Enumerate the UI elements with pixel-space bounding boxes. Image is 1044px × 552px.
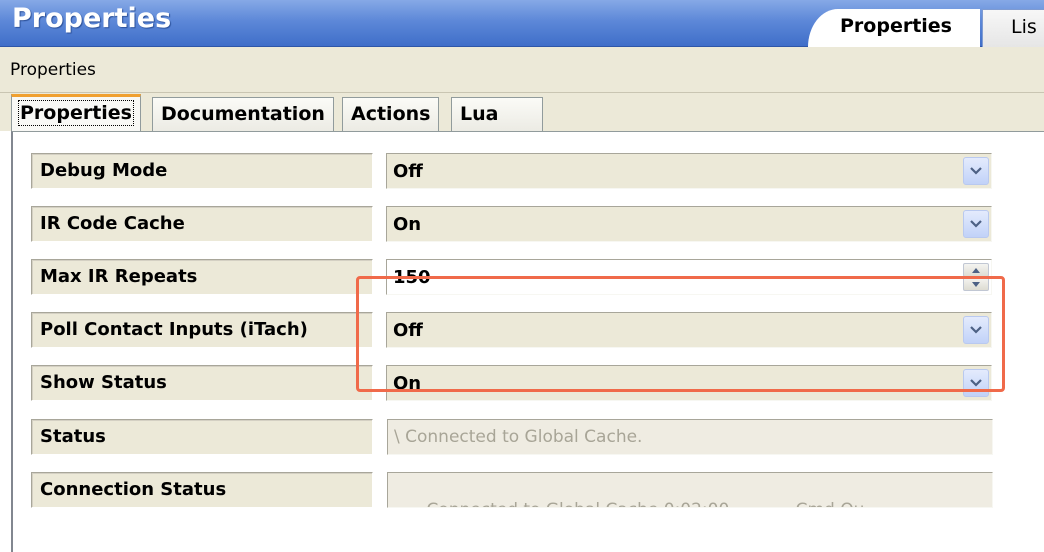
property-row-ir-code-cache: IR Code Cache On — [13, 202, 1033, 246]
window-title: Properties — [12, 3, 172, 34]
arrow-up-icon[interactable] — [963, 263, 989, 277]
property-row-show-status: Show Status On — [13, 361, 1033, 405]
property-row-debug-mode: Debug Mode Off — [13, 149, 1033, 193]
ir-code-cache-select[interactable]: On — [386, 206, 992, 242]
property-row-poll-contact-inputs: Poll Contact Inputs (iTach) Off — [13, 308, 1033, 352]
property-label: Status — [31, 419, 373, 455]
connection-status-readonly-field: Connected to Global Cache 0:02:00 -- Cmd… — [387, 472, 993, 508]
poll-contact-inputs-select[interactable]: Off — [386, 312, 992, 348]
property-value: On — [393, 373, 422, 394]
show-status-select[interactable]: On — [386, 365, 992, 401]
chevron-down-icon[interactable] — [963, 316, 989, 344]
property-value: Off — [393, 161, 423, 182]
tab-actions[interactable]: Actions — [342, 97, 440, 131]
section-header-label: Properties — [10, 60, 96, 80]
chevron-down-icon[interactable] — [963, 369, 989, 397]
chevron-down-icon[interactable] — [963, 157, 989, 185]
property-label: Debug Mode — [31, 153, 373, 189]
status-readonly-field: \ Connected to Global Cache. — [387, 419, 993, 455]
property-label: Poll Contact Inputs (iTach) — [31, 312, 373, 348]
max-ir-repeats-spinner[interactable]: 150 — [386, 259, 992, 295]
tab-properties-inner[interactable]: Properties — [11, 94, 141, 131]
property-label: Show Status — [31, 365, 373, 401]
spinner-buttons — [963, 263, 989, 291]
property-value: \ Connected to Global Cache. — [394, 427, 643, 447]
tab-list[interactable]: Lis — [982, 9, 1044, 47]
property-row-max-ir-repeats: Max IR Repeats 150 — [13, 255, 1033, 299]
tab-properties-inner-label: Properties — [18, 100, 134, 126]
section-header: Properties — [0, 47, 1044, 93]
property-row-connection-status: Connection Status Connected to Global Ca… — [13, 468, 1033, 512]
window-title-bar: Properties Properties Lis — [0, 0, 1044, 47]
property-row-status: Status \ Connected to Global Cache. — [13, 415, 1033, 459]
debug-mode-select[interactable]: Off — [386, 153, 992, 189]
chevron-down-icon[interactable] — [963, 210, 989, 238]
property-value: Connected to Global Cache 0:02:00 -- Cmd… — [426, 500, 864, 507]
tab-documentation[interactable]: Documentation — [152, 97, 334, 131]
property-label: IR Code Cache — [31, 206, 373, 242]
property-value: Off — [393, 320, 423, 341]
tab-properties[interactable]: Properties — [808, 9, 980, 47]
property-label: Max IR Repeats — [31, 259, 373, 295]
properties-panel: Debug Mode Off IR Code Cache On Max IR R… — [11, 131, 1044, 552]
property-value: 150 — [393, 267, 431, 288]
arrow-down-icon[interactable] — [963, 277, 989, 291]
tab-lua[interactable]: Lua — [451, 97, 543, 131]
property-tab-strip: Properties Documentation Actions Lua — [0, 93, 1044, 131]
property-label: Connection Status — [31, 472, 373, 508]
property-value: On — [393, 214, 422, 235]
